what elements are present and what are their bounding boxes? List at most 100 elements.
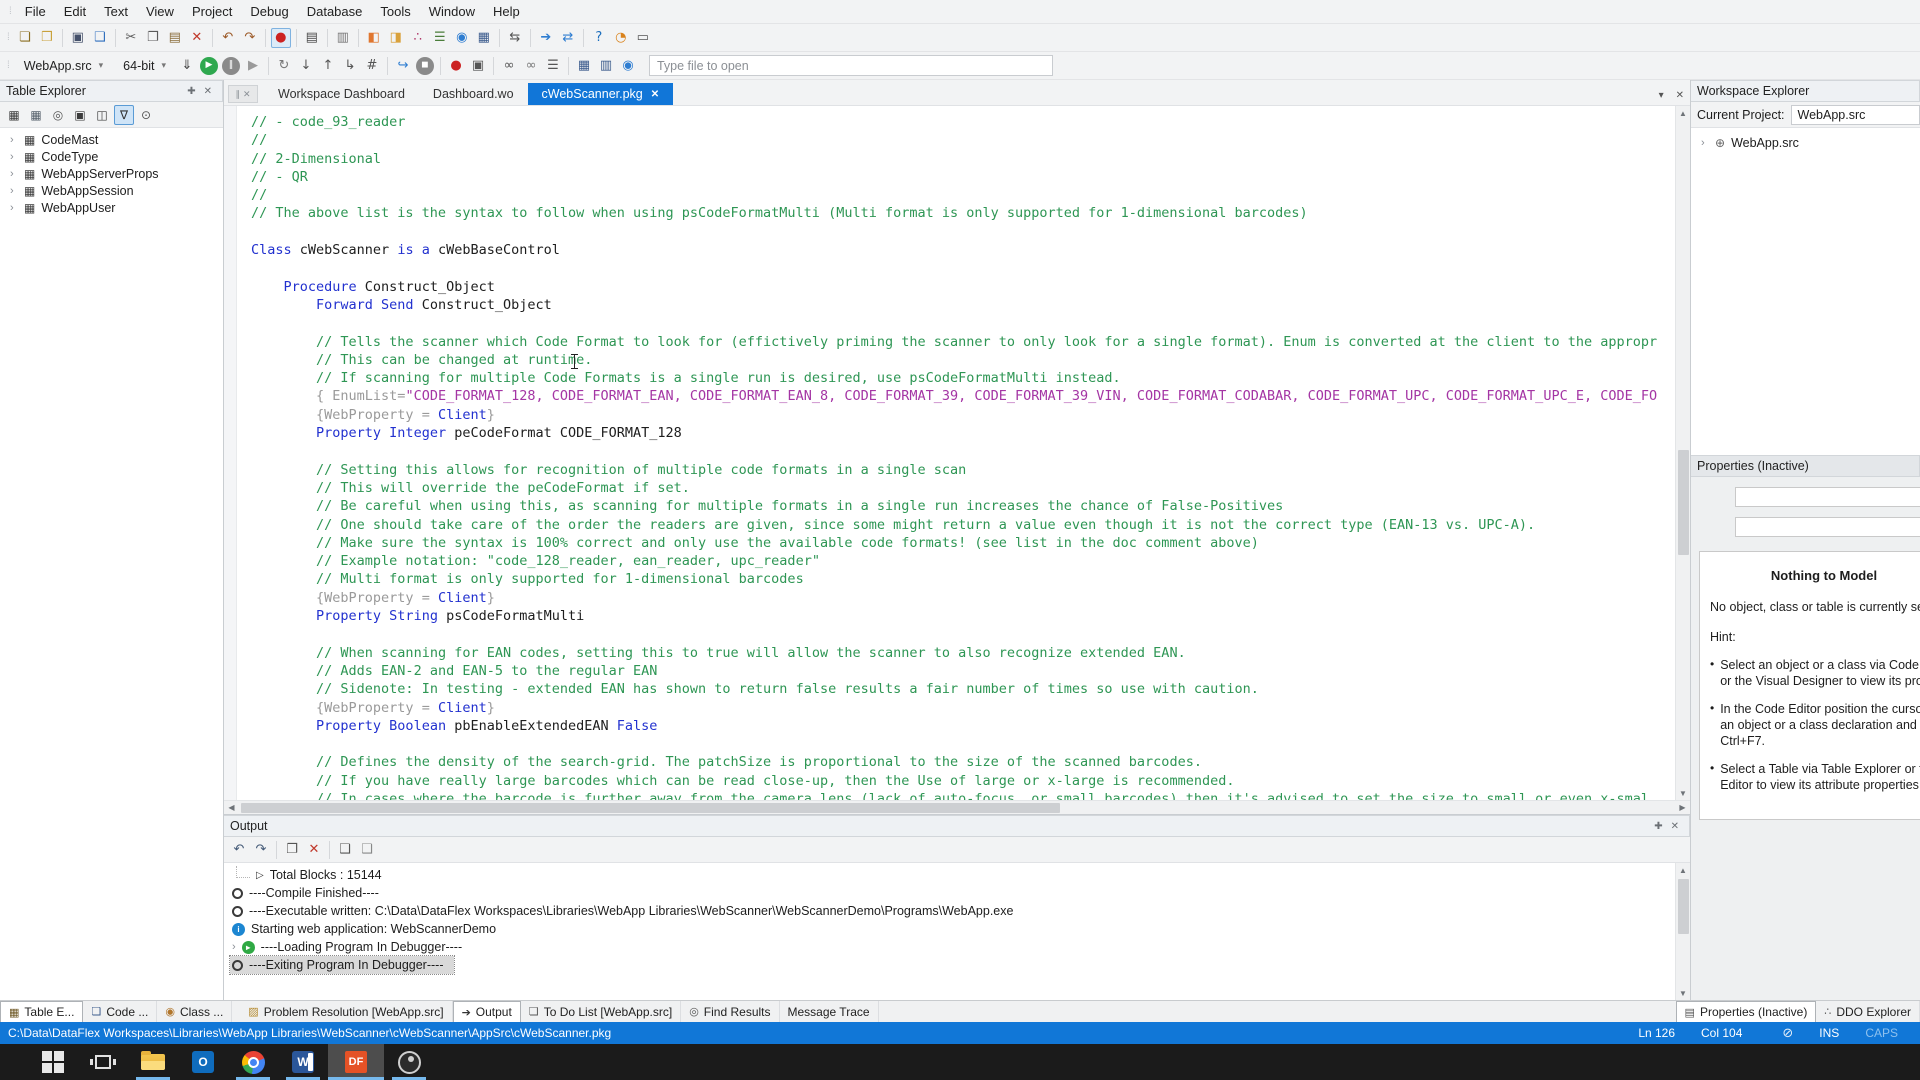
synchronize-icon[interactable]: ⇄ [558, 28, 578, 48]
run-to-cursor-icon[interactable]: # [362, 56, 382, 76]
new-table-icon[interactable]: ▦ [4, 105, 24, 125]
step-over-icon[interactable]: ↳ [340, 56, 360, 76]
bottom-tab-find-results[interactable]: ◎Find Results [681, 1001, 779, 1022]
help-icon[interactable]: ? [589, 28, 609, 48]
editor-close-icon[interactable]: ✕ [1670, 90, 1690, 105]
table-columns-icon[interactable]: ▥ [596, 56, 616, 76]
object-selector[interactable] [1735, 487, 1920, 507]
breakpoint-icon[interactable]: ● [446, 56, 466, 76]
delete-icon[interactable]: ✕ [187, 28, 207, 48]
copy-selected-icon[interactable]: ❑ [357, 840, 377, 860]
pause-icon[interactable]: ‖ [222, 57, 240, 75]
visual-designer-icon[interactable]: ◧ [364, 28, 384, 48]
find-in-files-icon[interactable]: ∞ [521, 56, 541, 76]
switch-source-icon[interactable]: ⇆ [505, 28, 525, 48]
output-row[interactable]: ▷Total Blocks : 15144 [230, 866, 392, 884]
dashboard-icon[interactable]: ◨ [386, 28, 406, 48]
history-icon[interactable]: ◔ [611, 28, 631, 48]
filter-icon[interactable]: ∇ [114, 105, 134, 125]
step-out-icon[interactable]: ↑ [318, 56, 338, 76]
bottom-tab-table-e-[interactable]: ▦Table E... [0, 1001, 83, 1022]
compile-icon[interactable]: ⇓ [177, 56, 197, 76]
menu-tools[interactable]: Tools [371, 2, 419, 21]
find-icon[interactable]: ∞ [499, 56, 519, 76]
menu-edit[interactable]: Edit [55, 2, 95, 21]
run-icon[interactable]: ▶ [200, 57, 218, 75]
scrollbar-thumb[interactable] [241, 803, 1060, 813]
menu-help[interactable]: Help [484, 2, 529, 21]
scroll-down-icon[interactable]: ▼ [1676, 986, 1691, 1000]
chevron-right-icon[interactable]: › [10, 134, 18, 146]
bottom-tab-message-trace[interactable]: Message Trace [780, 1001, 879, 1022]
menu-text[interactable]: Text [95, 2, 137, 21]
table-item-webappsession[interactable]: ›▦WebAppSession [0, 182, 223, 199]
paste-icon[interactable]: ▤ [165, 28, 185, 48]
output-row[interactable]: ----Executable written: C:\Data\DataFlex… [230, 902, 1023, 920]
pin-icon[interactable]: ✚ [183, 86, 199, 97]
project-selector[interactable]: WebApp.src▾ [16, 55, 111, 76]
table-item-webappuser[interactable]: ›▦WebAppUser [0, 199, 223, 216]
new-file-icon[interactable]: ❏ [15, 28, 35, 48]
menu-file[interactable]: File [16, 2, 55, 21]
open-folder-icon[interactable]: ❒ [37, 28, 57, 48]
call-stack-icon[interactable]: ↪ [393, 56, 413, 76]
print-icon[interactable]: ▤ [302, 28, 322, 48]
previous-message-icon[interactable]: ↶ [229, 840, 249, 860]
menu-window[interactable]: Window [420, 2, 484, 21]
start-button[interactable] [28, 1044, 78, 1080]
chrome-button[interactable] [228, 1044, 278, 1080]
cut-icon[interactable]: ✂ [121, 28, 141, 48]
table-viewer-icon[interactable]: ▦ [474, 28, 494, 48]
table-item-codemast[interactable]: ›▦CodeMast [0, 131, 223, 148]
table-item-webappserverprops[interactable]: ›▦WebAppServerProps [0, 165, 223, 182]
menu-view[interactable]: View [137, 2, 183, 21]
copy-all-icon[interactable]: ❑ [335, 840, 355, 860]
panels-icon[interactable]: ▭ [633, 28, 653, 48]
menu-database[interactable]: Database [298, 2, 372, 21]
editor-horizontal-scrollbar[interactable]: ◀ ▶ [224, 800, 1690, 814]
pin-icon[interactable]: ✚ [1650, 821, 1666, 832]
step-into-icon[interactable]: ↓ [296, 56, 316, 76]
save-icon[interactable]: ▣ [68, 28, 88, 48]
outlook-button[interactable]: O [178, 1044, 228, 1080]
chevron-right-icon[interactable]: › [10, 202, 18, 214]
next-message-icon[interactable]: ↷ [251, 840, 271, 860]
dataflex-button[interactable]: DF [328, 1044, 384, 1080]
find-table-icon[interactable]: ◎ [48, 105, 68, 125]
stop-debug-icon[interactable]: ◼ [416, 57, 434, 75]
tab-dashboard-wo[interactable]: Dashboard.wo [419, 83, 528, 105]
web-designer-icon[interactable]: ◉ [452, 28, 472, 48]
redo-icon[interactable]: ↷ [240, 28, 260, 48]
output-vertical-scrollbar[interactable]: ▲ ▼ [1675, 863, 1690, 1000]
editor-vertical-scrollbar[interactable]: ▲ ▼ [1675, 106, 1690, 800]
record-macro-icon[interactable]: ● [271, 28, 291, 48]
table-relations-icon[interactable]: ◫ [92, 105, 112, 125]
scrollbar-thumb[interactable] [1678, 450, 1689, 555]
editor-group-handle[interactable]: ∥✕ [228, 85, 258, 103]
output-row[interactable]: ›▸----Loading Program In Debugger---- [230, 938, 472, 956]
table-grid-icon[interactable]: ▦ [574, 56, 594, 76]
bottom-tab-class-[interactable]: ◉Class ... [157, 1001, 232, 1022]
menu-debug[interactable]: Debug [241, 2, 297, 21]
browse-web-icon[interactable]: ▣ [468, 56, 488, 76]
output-row[interactable]: ----Compile Finished---- [230, 884, 389, 902]
import-wizard-icon[interactable]: ➔ [536, 28, 556, 48]
chevron-right-icon[interactable]: › [1701, 137, 1709, 149]
bottom-tab-ddo-explorer[interactable]: ∴DDO Explorer [1816, 1001, 1920, 1022]
bottom-tab-problem-resolution-webapp-src-[interactable]: ▨Problem Resolution [WebApp.src] [240, 1001, 452, 1022]
bottom-tab-output[interactable]: ➔Output [453, 1001, 521, 1022]
copy-icon[interactable]: ❐ [282, 840, 302, 860]
scroll-left-icon[interactable]: ◀ [224, 801, 239, 815]
undo-icon[interactable]: ↶ [218, 28, 238, 48]
close-icon[interactable]: ✕ [1667, 821, 1683, 832]
save-all-icon[interactable]: ❑ [90, 28, 110, 48]
copy-icon[interactable]: ❐ [143, 28, 163, 48]
code-explorer-icon[interactable]: ☰ [430, 28, 450, 48]
scroll-right-icon[interactable]: ▶ [1675, 801, 1690, 815]
code-editor[interactable]: // - code_93_reader//// 2-Dimensional// … [224, 106, 1690, 800]
menu-project[interactable]: Project [183, 2, 241, 21]
clear-icon[interactable]: ✕ [304, 840, 324, 860]
bottom-tab-code-[interactable]: ❏Code ... [83, 1001, 157, 1022]
web-globe-icon[interactable]: ◉ [618, 56, 638, 76]
chevron-right-icon[interactable]: › [10, 168, 18, 180]
